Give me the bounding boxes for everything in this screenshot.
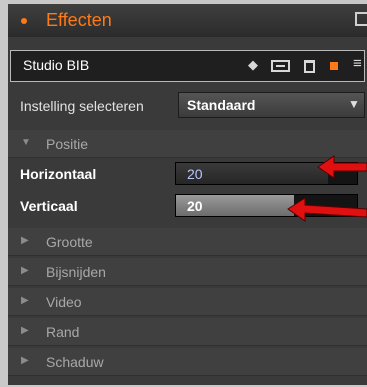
collapsed-triangle-icon: ▶ xyxy=(21,355,29,366)
section-label: Bijsnijden xyxy=(46,264,106,280)
preset-label: Instelling selecteren xyxy=(20,98,144,114)
diamond-icon[interactable]: ◆ xyxy=(248,57,258,73)
section-video[interactable]: ▶ Video xyxy=(8,288,367,316)
section-label: Positie xyxy=(46,136,89,152)
slider-value: 20 xyxy=(187,166,203,182)
section-label: Video xyxy=(46,294,82,310)
square-icon[interactable] xyxy=(330,62,338,70)
panel-dot-icon xyxy=(21,18,27,24)
section-rand[interactable]: ▶ Rand xyxy=(8,318,367,346)
collapsed-triangle-icon: ▶ xyxy=(21,235,29,246)
menu-icon[interactable]: ≡ xyxy=(353,55,362,72)
preset-row: Instelling selecteren Standaard ▼ xyxy=(8,92,367,120)
screen-icon[interactable] xyxy=(271,60,290,72)
section-positie[interactable]: ▼ Positie xyxy=(8,130,367,158)
preset-select-value: Standaard xyxy=(187,97,256,113)
section-label: Rand xyxy=(46,324,80,340)
annotation-arrow-icon xyxy=(287,197,367,222)
expanded-triangle-icon: ▼ xyxy=(21,137,31,148)
studio-bar: Studio BIB ◆ ≡ xyxy=(10,50,365,82)
studio-name: Studio BIB xyxy=(23,57,90,73)
param-horizontaal: Horizontaal 20 xyxy=(8,160,367,188)
preset-select[interactable]: Standaard ▼ xyxy=(178,92,365,118)
section-label: Schaduw xyxy=(46,354,104,370)
collapsed-triangle-icon: ▶ xyxy=(21,295,29,306)
section-grootte[interactable]: ▶ Grootte xyxy=(8,228,367,256)
collapsed-triangle-icon: ▶ xyxy=(21,325,29,336)
section-bijsnijden[interactable]: ▶ Bijsnijden xyxy=(8,258,367,286)
panel-header: Effecten xyxy=(8,4,367,37)
window-icon[interactable] xyxy=(355,12,367,26)
param-label: Verticaal xyxy=(20,198,78,214)
slider-value: 20 xyxy=(187,198,203,214)
dropdown-arrow-icon: ▼ xyxy=(348,97,360,111)
panel-title: Effecten xyxy=(46,10,112,30)
annotation-arrow-icon xyxy=(317,155,367,179)
effects-panel: Effecten Studio BIB ◆ ≡ Instelling selec… xyxy=(8,4,367,385)
trash-icon[interactable] xyxy=(304,60,315,73)
collapsed-triangle-icon: ▶ xyxy=(21,265,29,276)
section-schaduw[interactable]: ▶ Schaduw xyxy=(8,348,367,376)
section-label: Grootte xyxy=(46,234,93,250)
param-label: Horizontaal xyxy=(20,166,97,182)
